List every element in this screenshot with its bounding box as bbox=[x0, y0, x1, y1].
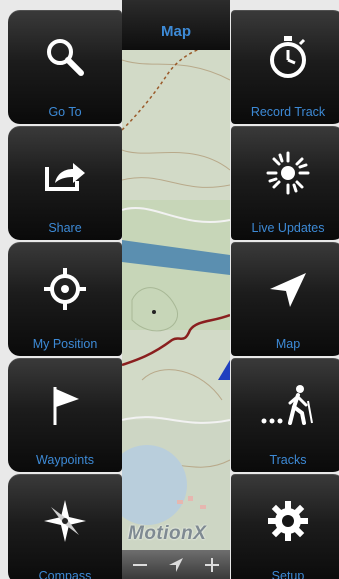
setup-button[interactable]: Setup bbox=[231, 474, 339, 579]
stopwatch-icon bbox=[270, 36, 306, 78]
left-menu-column: Go To Share My Position Waypoints Compas… bbox=[8, 10, 122, 579]
app-screen: Map MotionX Go To Share My Position Wayp… bbox=[0, 0, 339, 579]
tracks-label: Tracks bbox=[269, 453, 307, 467]
right-menu-column: Record Track Live Updates Map Tracks Set… bbox=[231, 10, 339, 579]
go-to-label: Go To bbox=[48, 105, 82, 119]
waypoints-label: Waypoints bbox=[36, 453, 94, 467]
setup-label: Setup bbox=[271, 569, 305, 579]
map-header: Map bbox=[122, 0, 230, 50]
map-toolbar bbox=[122, 550, 230, 579]
gear-icon bbox=[268, 501, 308, 541]
map-title: Map bbox=[161, 23, 191, 40]
locate-button[interactable] bbox=[165, 554, 187, 576]
location-arrow-icon bbox=[169, 557, 183, 572]
waypoints-button[interactable]: Waypoints bbox=[8, 358, 122, 472]
go-to-button[interactable]: Go To bbox=[8, 10, 122, 124]
minus-icon bbox=[133, 563, 147, 566]
my-position-label: My Position bbox=[32, 337, 98, 351]
arrow-pointer-icon bbox=[270, 273, 306, 307]
my-position-button[interactable]: My Position bbox=[8, 242, 122, 356]
flag-icon bbox=[53, 387, 79, 425]
live-updates-button[interactable]: Live Updates bbox=[231, 126, 339, 240]
record-track-button[interactable]: Record Track bbox=[231, 10, 339, 124]
share-icon bbox=[45, 163, 85, 191]
record-track-label: Record Track bbox=[250, 105, 326, 119]
brand-logo: MotionX bbox=[128, 523, 207, 544]
zoom-in-button[interactable] bbox=[201, 554, 223, 576]
plus-icon bbox=[205, 557, 219, 572]
compass-label: Compass bbox=[38, 569, 92, 579]
hiker-icon bbox=[261, 385, 313, 425]
map-button[interactable]: Map bbox=[231, 242, 339, 356]
live-updates-label: Live Updates bbox=[251, 221, 325, 235]
share-label: Share bbox=[48, 221, 82, 235]
sunburst-icon bbox=[266, 151, 310, 195]
map-view[interactable] bbox=[122, 0, 230, 579]
crosshair-icon bbox=[44, 268, 86, 310]
compass-rose-icon bbox=[44, 500, 86, 542]
tracks-button[interactable]: Tracks bbox=[231, 358, 339, 472]
zoom-out-button[interactable] bbox=[129, 554, 151, 576]
map-canvas bbox=[122, 0, 230, 579]
map-label: Map bbox=[275, 337, 301, 351]
share-button[interactable]: Share bbox=[8, 126, 122, 240]
compass-button[interactable]: Compass bbox=[8, 474, 122, 579]
magnifier-icon bbox=[47, 39, 84, 76]
